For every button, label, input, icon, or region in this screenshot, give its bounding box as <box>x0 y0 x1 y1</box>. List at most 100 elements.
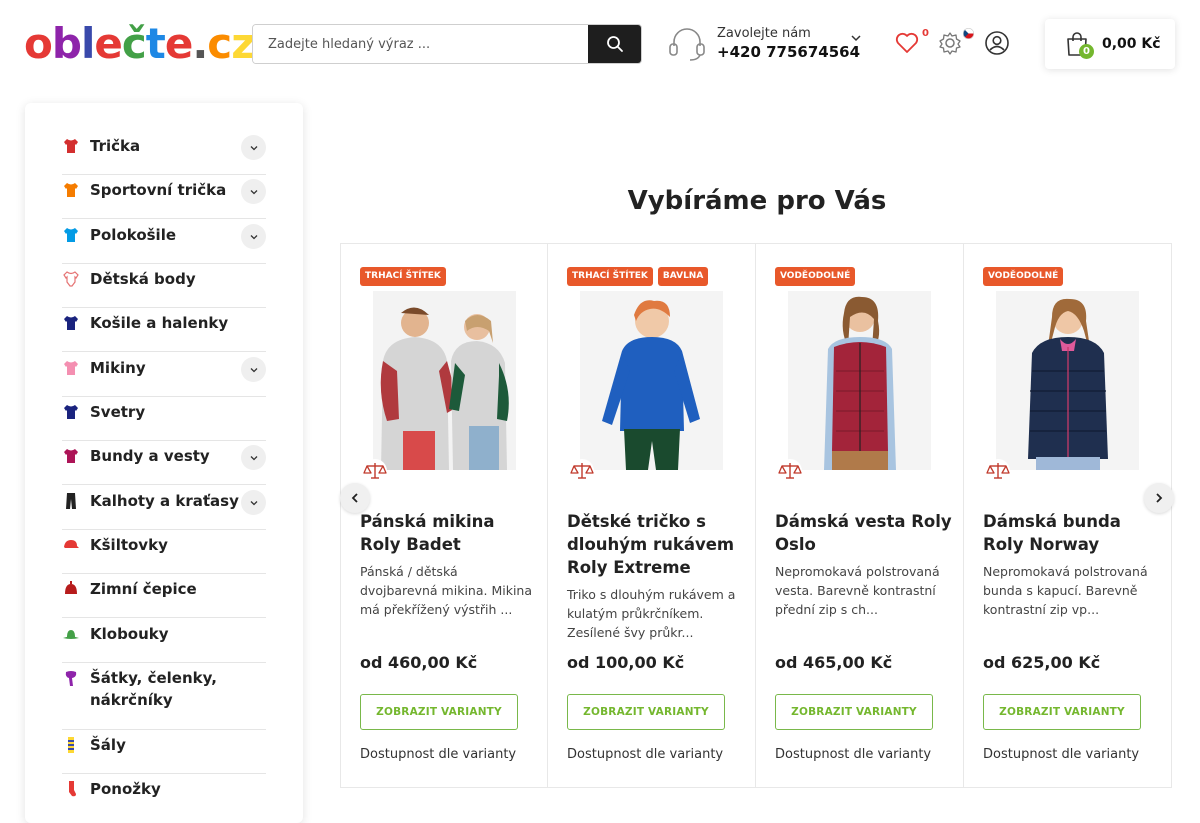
sidebar-category-label: Šály <box>90 736 126 754</box>
product-description: Nepromokavá polstrovaná bunda s kapucí. … <box>983 564 1148 617</box>
baby-body-icon <box>62 270 80 288</box>
contact-label: Zavolejte nám <box>717 26 811 41</box>
expand-toggle-button[interactable] <box>241 490 266 515</box>
chevron-down-icon <box>250 367 257 372</box>
expand-toggle-button[interactable] <box>241 445 266 470</box>
expand-toggle-button[interactable] <box>241 135 266 160</box>
carousel-prev-button[interactable] <box>340 483 370 513</box>
hoodie-icon <box>62 359 80 377</box>
sidebar-category-item[interactable]: Dětská body <box>62 264 266 308</box>
sidebar-category-item[interactable]: Zimní čepice <box>62 574 266 618</box>
product-tags: VODĚODOLNÉ <box>983 267 1064 286</box>
sidebar-category-label: Trička <box>90 137 141 155</box>
show-variants-button[interactable]: ZOBRAZIT VARIANTY <box>567 694 725 730</box>
sidebar-category-item[interactable]: Ponožky <box>62 774 266 818</box>
product-title[interactable]: Dětské tričko s dlouhým rukávem Roly Ext… <box>567 510 747 579</box>
sidebar-category-item[interactable]: Sportovní trička <box>62 175 266 219</box>
sidebar-category-label: Zimní čepice <box>90 580 197 598</box>
product-tags: TRHACÍ ŠTÍTEK <box>360 267 446 286</box>
site-logo[interactable]: oblečte.cz <box>24 19 256 68</box>
compare-scale-icon[interactable] <box>362 458 388 488</box>
contact-phone[interactable]: +420 775674564 <box>717 43 860 61</box>
sidebar-category-item[interactable]: Šátky, čelenky, nákrčníky <box>62 663 266 730</box>
sidebar-category-item[interactable]: Trička <box>62 131 266 175</box>
sidebar-category-item[interactable]: Polokošile <box>62 220 266 264</box>
logo-letter: l <box>80 19 95 68</box>
logo-letter: e <box>94 19 122 68</box>
wishlist-button[interactable]: 0 <box>894 28 929 60</box>
carousel-next-button[interactable] <box>1144 483 1174 513</box>
product-title[interactable]: Dámská vesta Roly Oslo <box>775 510 955 556</box>
search-input[interactable] <box>253 25 588 63</box>
product-card[interactable]: VODĚODOLNÉ Dámská vesta Roly Oslo Nepromo… <box>756 243 964 788</box>
show-variants-button[interactable]: ZOBRAZIT VARIANTY <box>983 694 1141 730</box>
chevron-down-icon <box>250 145 257 150</box>
sidebar-category-item[interactable]: Šály <box>62 730 266 774</box>
sweater-icon <box>62 403 80 421</box>
product-tag-badge: VODĚODOLNÉ <box>983 267 1064 286</box>
sidebar-category-label: Kšiltovky <box>90 536 168 554</box>
product-description: Nepromokavá polstrovaná vesta. Barevně k… <box>775 564 940 617</box>
jacket-icon <box>62 447 80 465</box>
compare-scale-icon[interactable] <box>777 458 803 488</box>
show-variants-button[interactable]: ZOBRAZIT VARIANTY <box>360 694 518 730</box>
product-photo <box>373 291 516 470</box>
product-description: Pánská / dětská dvojbarevná mikina. Miki… <box>360 564 532 617</box>
pants-icon <box>62 492 80 510</box>
user-icon <box>985 31 1009 55</box>
logo-letter: t <box>145 19 166 68</box>
product-card[interactable]: VODĚODOLNÉ Dámská bunda Roly Norway Nepro… <box>964 243 1172 788</box>
product-availability: Dostupnost dle varianty <box>983 747 1140 762</box>
sidebar-category-item[interactable]: Kalhoty a kraťasy <box>62 486 266 530</box>
boy-blue-longsleeve-photo[interactable] <box>580 291 723 470</box>
product-title[interactable]: Pánská mikina Roly Badet <box>360 510 540 556</box>
product-card[interactable]: TRHACÍ ŠTÍTEK BAVLNA Dětské tričko s dlou… <box>548 243 756 788</box>
expand-toggle-button[interactable] <box>241 179 266 204</box>
sidebar-category-label: Bundy a vesty <box>90 447 210 465</box>
chevron-down-icon <box>250 189 257 194</box>
contact-block[interactable]: Zavolejte nám +420 775674564 <box>668 24 868 66</box>
sidebar-category-item[interactable]: Bundy a vesty <box>62 441 266 485</box>
sidebar-category-item[interactable]: Kšiltovky <box>62 530 266 574</box>
sidebar-category-item[interactable]: Košile a halenky <box>62 308 266 352</box>
logo-letter: . <box>192 19 208 68</box>
winter-hat-icon <box>62 580 80 598</box>
cart-button[interactable]: 0 0,00 Kč <box>1045 19 1175 69</box>
sidebar-category-item[interactable]: Svetry <box>62 397 266 441</box>
settings-button[interactable] <box>937 28 974 60</box>
search-button[interactable] <box>588 25 641 63</box>
compare-scale-icon[interactable] <box>569 458 595 488</box>
sidebar-category-label: Polokošile <box>90 226 177 244</box>
product-tags: VODĚODOLNÉ <box>775 267 856 286</box>
expand-toggle-button[interactable] <box>241 357 266 382</box>
two-people-hoodies-photo[interactable] <box>373 291 516 470</box>
search-bar <box>252 24 642 64</box>
woman-red-vest-photo[interactable] <box>788 291 931 470</box>
chevron-down-icon[interactable] <box>850 32 862 44</box>
sidebar-category-label: Dětská body <box>90 270 196 288</box>
product-photo <box>580 291 723 470</box>
cart-total: 0,00 Kč <box>1102 36 1161 52</box>
show-variants-button[interactable]: ZOBRAZIT VARIANTY <box>775 694 933 730</box>
cap-icon <box>62 536 80 554</box>
compare-scale-icon[interactable] <box>985 458 1011 488</box>
sport-tshirt-icon <box>62 181 80 199</box>
woman-navy-jacket-photo[interactable] <box>996 291 1139 470</box>
wishlist-count: 0 <box>922 28 929 39</box>
product-title[interactable]: Dámská bunda Roly Norway <box>983 510 1163 556</box>
heart-icon <box>895 32 919 53</box>
product-tags: TRHACÍ ŠTÍTEK BAVLNA <box>567 267 709 286</box>
product-price: od 460,00 Kč <box>360 653 478 672</box>
account-button[interactable] <box>984 30 1010 60</box>
sidebar-category-label: Svetry <box>90 403 146 421</box>
shirt-icon <box>62 314 80 332</box>
sidebar-category-item[interactable]: Klobouky <box>62 619 266 663</box>
expand-toggle-button[interactable] <box>241 224 266 249</box>
product-card[interactable]: TRHACÍ ŠTÍTEK Pánská mikina Roly Badet Pá… <box>340 243 548 788</box>
product-tag-badge: TRHACÍ ŠTÍTEK <box>360 267 446 286</box>
logo-letter: e <box>164 19 193 68</box>
sidebar-category-item[interactable]: Mikiny <box>62 353 266 397</box>
cart-count: 0 <box>1079 44 1094 59</box>
category-sidebar: Trička Sportovní trička Polokošile Dětská b… <box>25 103 303 823</box>
chevron-down-icon <box>250 500 257 505</box>
